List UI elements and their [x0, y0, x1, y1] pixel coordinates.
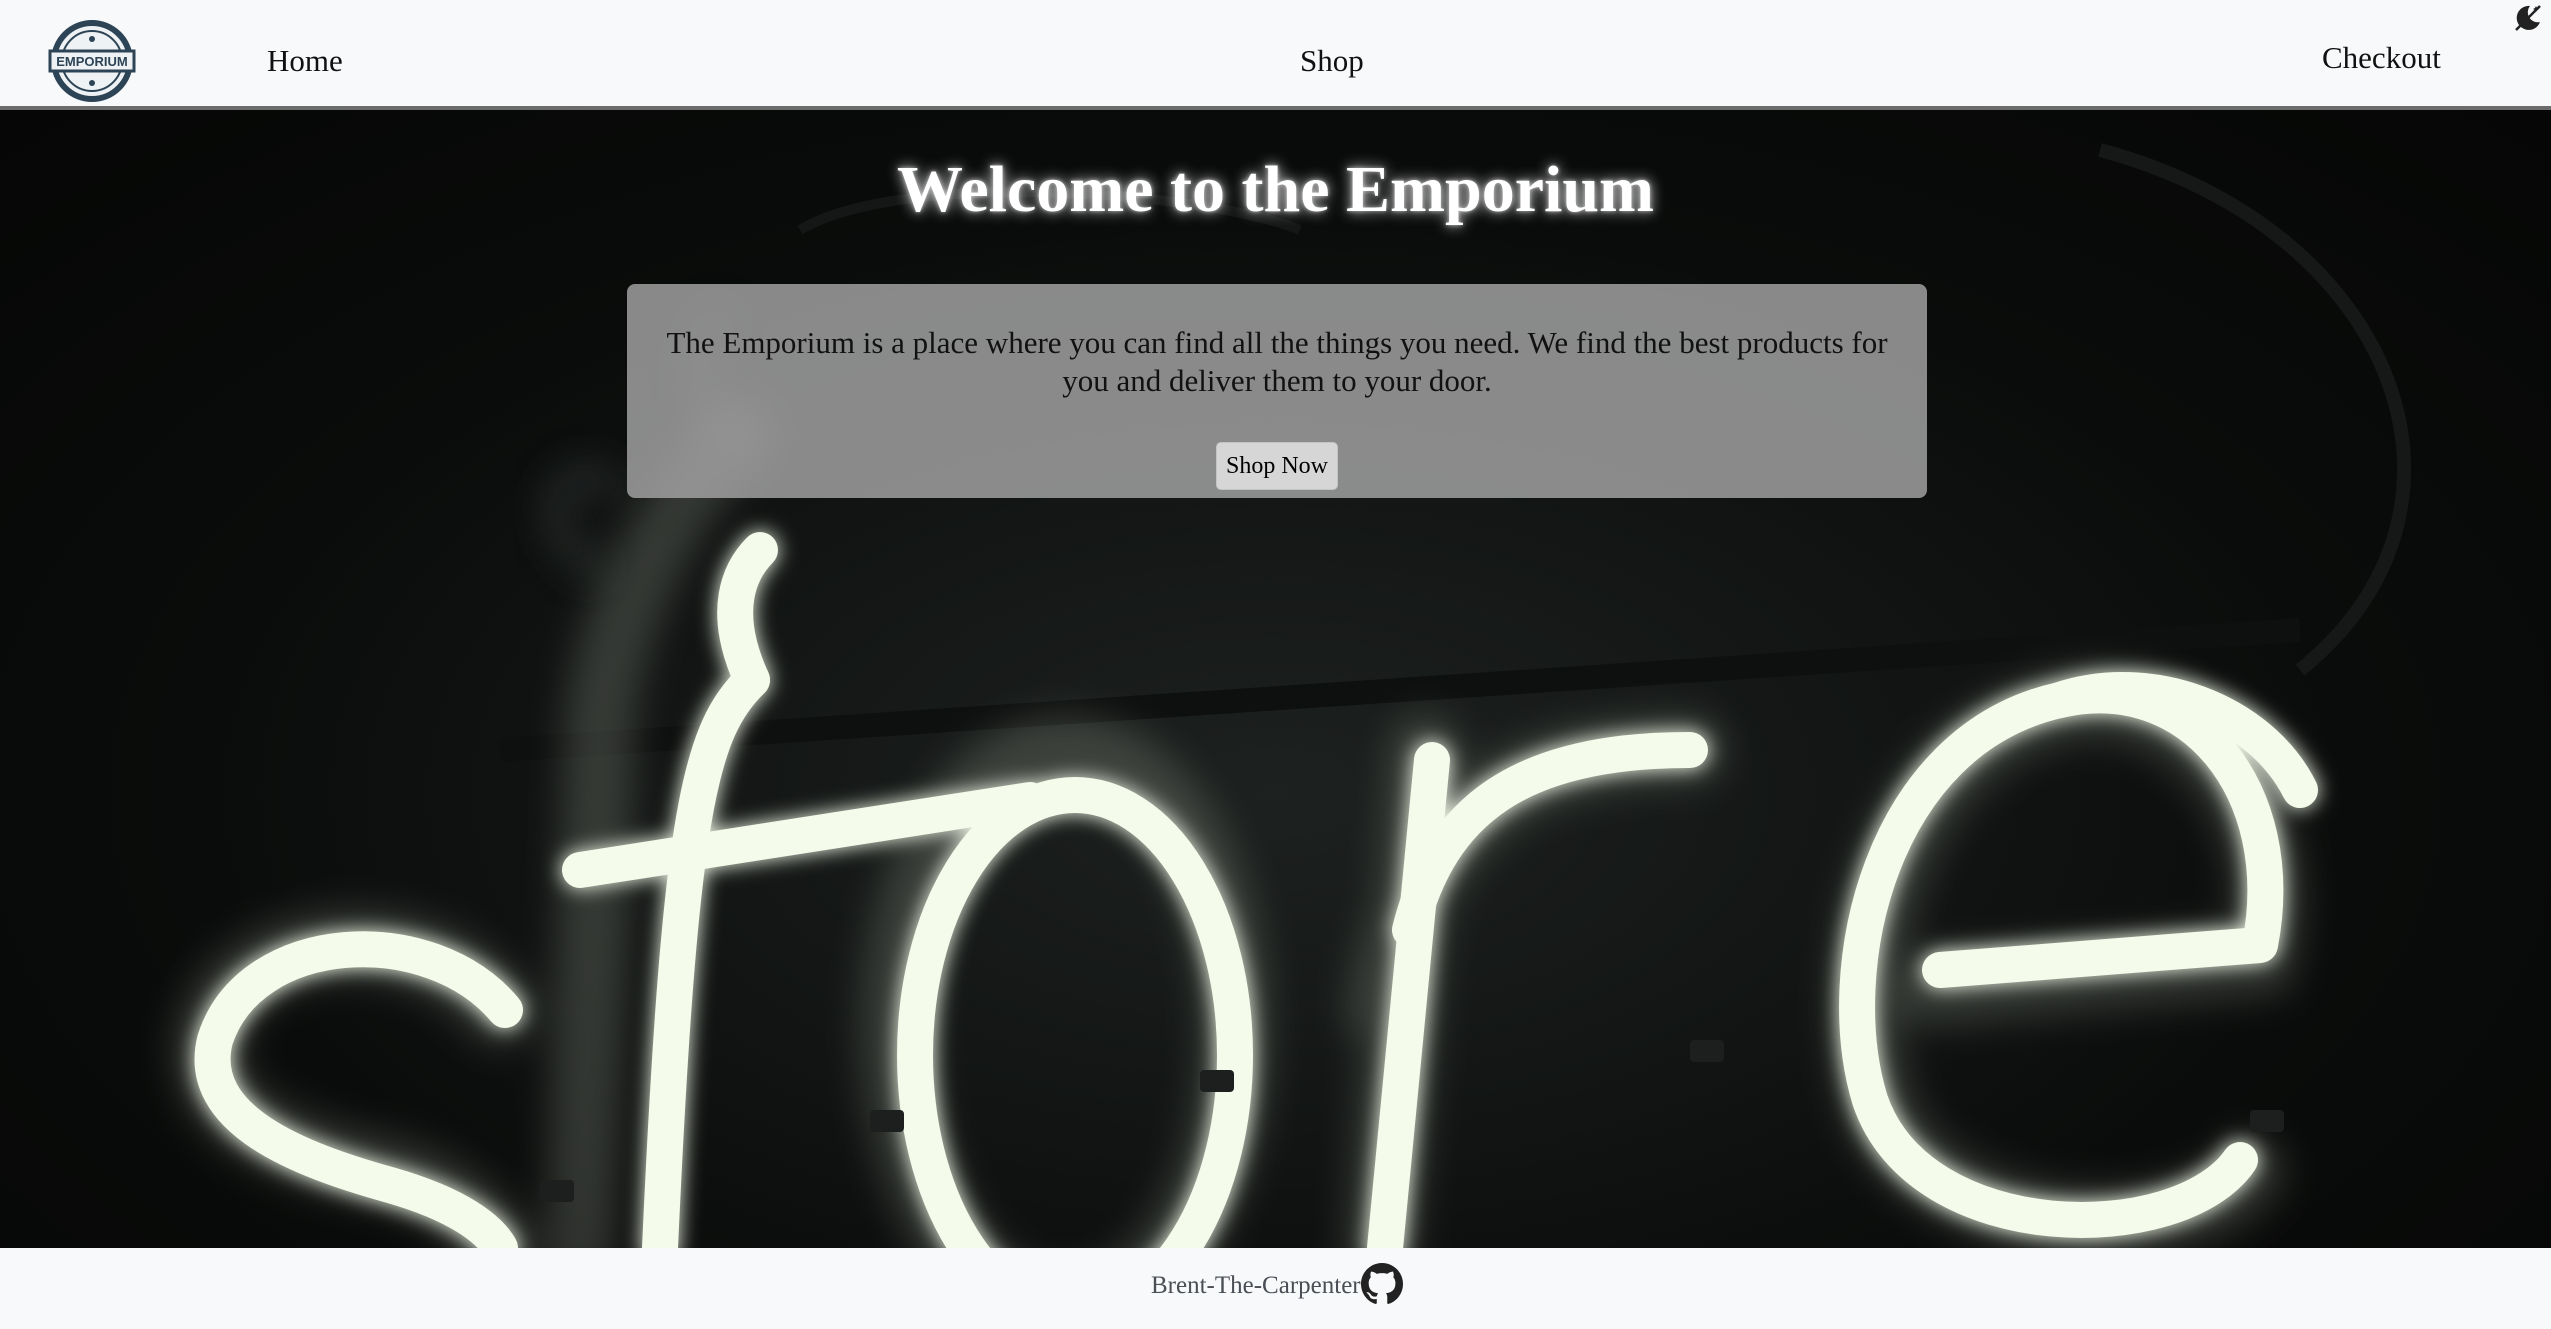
intro-text: The Emporium is a place where you can fi…	[666, 325, 1888, 398]
theme-toggle-button[interactable]	[2512, 2, 2544, 34]
nav-shop-link[interactable]: Shop	[1300, 43, 1364, 79]
intro-card: The Emporium is a place where you can fi…	[627, 284, 1927, 498]
moon-stars-icon	[2515, 5, 2541, 31]
footer-author-link[interactable]: Brent-The-Carpenter	[1151, 1272, 1361, 1300]
emporium-logo[interactable]: EMPORIUM	[46, 20, 138, 102]
navbar: EMPORIUM Home Shop Checkout	[0, 0, 2551, 110]
shop-now-button[interactable]: Shop Now	[1216, 442, 1338, 490]
github-icon[interactable]	[1361, 1263, 1403, 1305]
nav-checkout-link[interactable]: Checkout	[2322, 40, 2441, 76]
footer: Brent-The-Carpenter	[0, 1248, 2551, 1329]
hero-title: Welcome to the Emporium	[896, 153, 1655, 226]
neon-store-sign	[172, 143, 2411, 1248]
nav-home-link[interactable]: Home	[267, 43, 343, 79]
logo-text: EMPORIUM	[56, 54, 128, 69]
hero-section: Welcome to the Emporium The Emporium is …	[0, 110, 2551, 1248]
